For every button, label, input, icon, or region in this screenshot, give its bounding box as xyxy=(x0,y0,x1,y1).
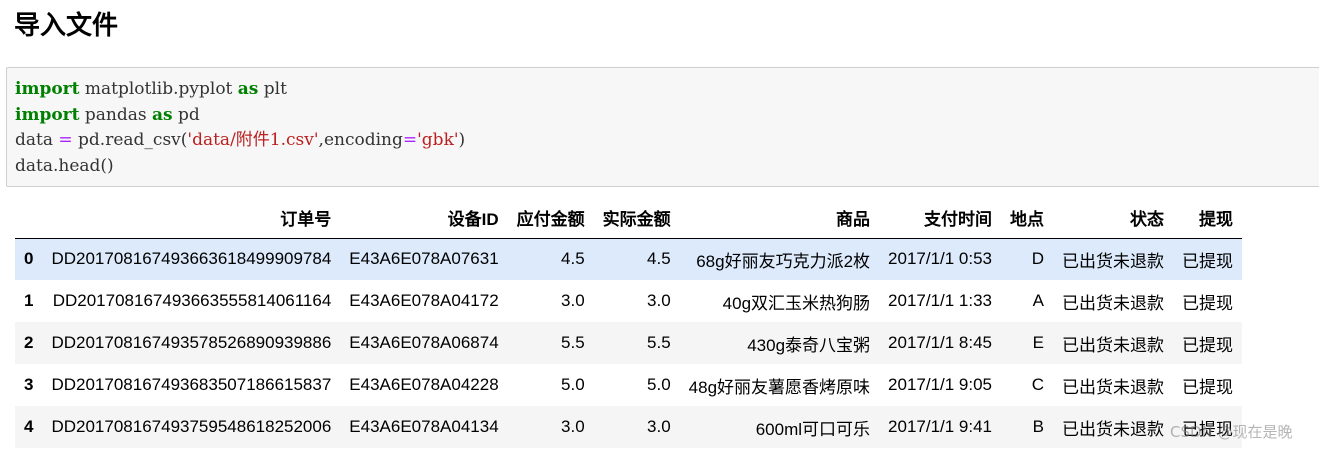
table-cell: 已出货未退款 xyxy=(1062,251,1165,271)
code-token: = xyxy=(402,130,418,150)
code-token: import xyxy=(15,79,80,99)
column-header: 商品 xyxy=(679,198,880,239)
code-token: ) xyxy=(458,130,466,150)
table-cell: DD201708167493578526890939886 xyxy=(51,333,332,352)
code-token: 'data/附件1.csv' xyxy=(187,130,319,150)
table-cell: 68g好丽友巧克力派2枚 xyxy=(696,251,871,271)
table-cell: E43A6E078A07631 xyxy=(349,249,499,269)
code-token: import xyxy=(15,104,80,125)
row-index: 0 xyxy=(24,249,34,269)
table-cell: DD201708167493663555814061164 xyxy=(52,291,332,310)
table-cell: E43A6E078A04228 xyxy=(349,375,499,394)
table-cell: 2017/1/1 0:53 xyxy=(888,249,993,269)
table-cell: 已提现 xyxy=(1182,335,1234,355)
column-header: 地点 xyxy=(1001,198,1054,239)
watermark: CSDN @现在是晚 xyxy=(1170,423,1293,441)
column-header: 设备ID xyxy=(340,198,508,239)
row-index: 3 xyxy=(24,375,34,394)
table-cell: A xyxy=(1032,291,1045,310)
table-cell: 已提现 xyxy=(1182,251,1234,271)
table-cell: 5.0 xyxy=(561,375,585,394)
table-cell: B xyxy=(1032,417,1045,436)
table-cell: 5.5 xyxy=(647,333,671,352)
table-cell: DD201708167493683507186615837 xyxy=(51,375,332,394)
output-area: 订单号 设备ID 应付金额 实际金额 商品 支付时间 地点 状态 提现 0 DD201708167… xyxy=(15,198,1243,448)
table-cell: E43A6E078A04134 xyxy=(349,417,499,436)
table-cell: 4.5 xyxy=(561,249,585,269)
table-cell: DD201708167493759548618252006 xyxy=(51,417,332,436)
table-cell: 5.5 xyxy=(561,333,585,352)
code-line: import matplotlib.pyplot as plt xyxy=(15,77,1319,103)
table-row[interactable]: 0 DD201708167493663618499909784 E43A6E078A… xyxy=(15,238,1243,280)
table-cell: DD201708167493663618499909784 xyxy=(51,249,332,269)
table-header-row: 订单号 设备ID 应付金额 实际金额 商品 支付时间 地点 状态 提现 xyxy=(15,198,1243,239)
code-token: ,encoding xyxy=(318,130,403,150)
table-cell: 5.0 xyxy=(647,375,671,394)
row-index: 4 xyxy=(24,417,34,436)
code-token: plt xyxy=(258,79,287,99)
code-token: pd xyxy=(172,104,200,125)
code-token: data.head() xyxy=(15,155,114,176)
code-line: data = pd.read_csv('data/附件1.csv',encodi… xyxy=(15,128,1319,154)
row-index: 1 xyxy=(24,291,34,310)
table-row[interactable]: 2 DD201708167493578526890939886 E43A6E078A… xyxy=(15,322,1243,364)
section-heading: 导入文件 xyxy=(14,11,119,41)
code-line: import pandas as pd xyxy=(15,103,1319,129)
code-token: data xyxy=(15,130,59,150)
table-cell: 已提现 xyxy=(1182,293,1234,313)
dataframe-table: 订单号 设备ID 应付金额 实际金额 商品 支付时间 地点 状态 提现 0 DD201708167… xyxy=(15,198,1243,448)
table-cell: 48g好丽友薯愿香烤原味 xyxy=(688,377,871,397)
column-header: 支付时间 xyxy=(879,198,1002,239)
index-header xyxy=(15,198,43,239)
table-cell: 600ml可口可乐 xyxy=(755,419,871,439)
table-cell: C xyxy=(1031,375,1045,394)
table-cell: 3.0 xyxy=(647,291,671,310)
table-cell: 2017/1/1 8:45 xyxy=(888,333,993,352)
table-cell: D xyxy=(1031,249,1045,269)
table-cell: 已出货未退款 xyxy=(1062,335,1165,355)
table-cell: E43A6E078A06874 xyxy=(349,333,499,352)
table-row[interactable]: 3 DD201708167493683507186615837 E43A6E078A… xyxy=(15,364,1242,406)
table-cell: 2017/1/1 1:33 xyxy=(888,291,993,310)
table-cell: 已出货未退款 xyxy=(1062,419,1165,439)
table-cell: 已提现 xyxy=(1182,377,1234,397)
code-token: pd.read_csv( xyxy=(72,130,188,150)
code-token: 'gbk' xyxy=(417,130,459,150)
table-cell: 3.0 xyxy=(647,417,671,436)
row-index: 2 xyxy=(24,333,34,352)
table-cell: E43A6E078A04172 xyxy=(349,291,499,310)
table-cell: 已出货未退款 xyxy=(1062,293,1165,313)
table-cell: 3.0 xyxy=(561,417,585,436)
table-cell: 2017/1/1 9:05 xyxy=(888,375,993,394)
code-token: as xyxy=(237,79,259,99)
table-row[interactable]: 4 DD201708167493759548618252006 E43A6E078A… xyxy=(15,406,1243,448)
table-cell: 40g双汇玉米热狗肠 xyxy=(722,293,871,313)
table-cell: 2017/1/1 9:41 xyxy=(888,417,993,436)
code-line: data.head() xyxy=(15,154,1319,180)
column-header: 状态 xyxy=(1053,198,1174,239)
table-cell: 430g泰奇八宝粥 xyxy=(747,335,871,355)
table-cell: 3.0 xyxy=(561,291,585,310)
code-token: pandas xyxy=(79,104,152,125)
column-header: 实际金额 xyxy=(593,198,680,239)
table-cell: 已出货未退款 xyxy=(1062,377,1165,397)
table-cell: E xyxy=(1032,333,1045,352)
column-header: 提现 xyxy=(1173,198,1243,239)
code-token: as xyxy=(152,104,173,125)
table-cell: 4.5 xyxy=(647,249,671,269)
column-header: 应付金额 xyxy=(507,198,594,239)
code-cell-input[interactable]: import matplotlib.pyplot as plt import pa… xyxy=(6,67,1319,187)
code-token: = xyxy=(58,130,73,150)
code-token: matplotlib.pyplot xyxy=(79,79,238,99)
table-row[interactable]: 1 DD201708167493663555814061164 E43A6E078A… xyxy=(15,280,1242,322)
column-header: 订单号 xyxy=(42,198,341,239)
